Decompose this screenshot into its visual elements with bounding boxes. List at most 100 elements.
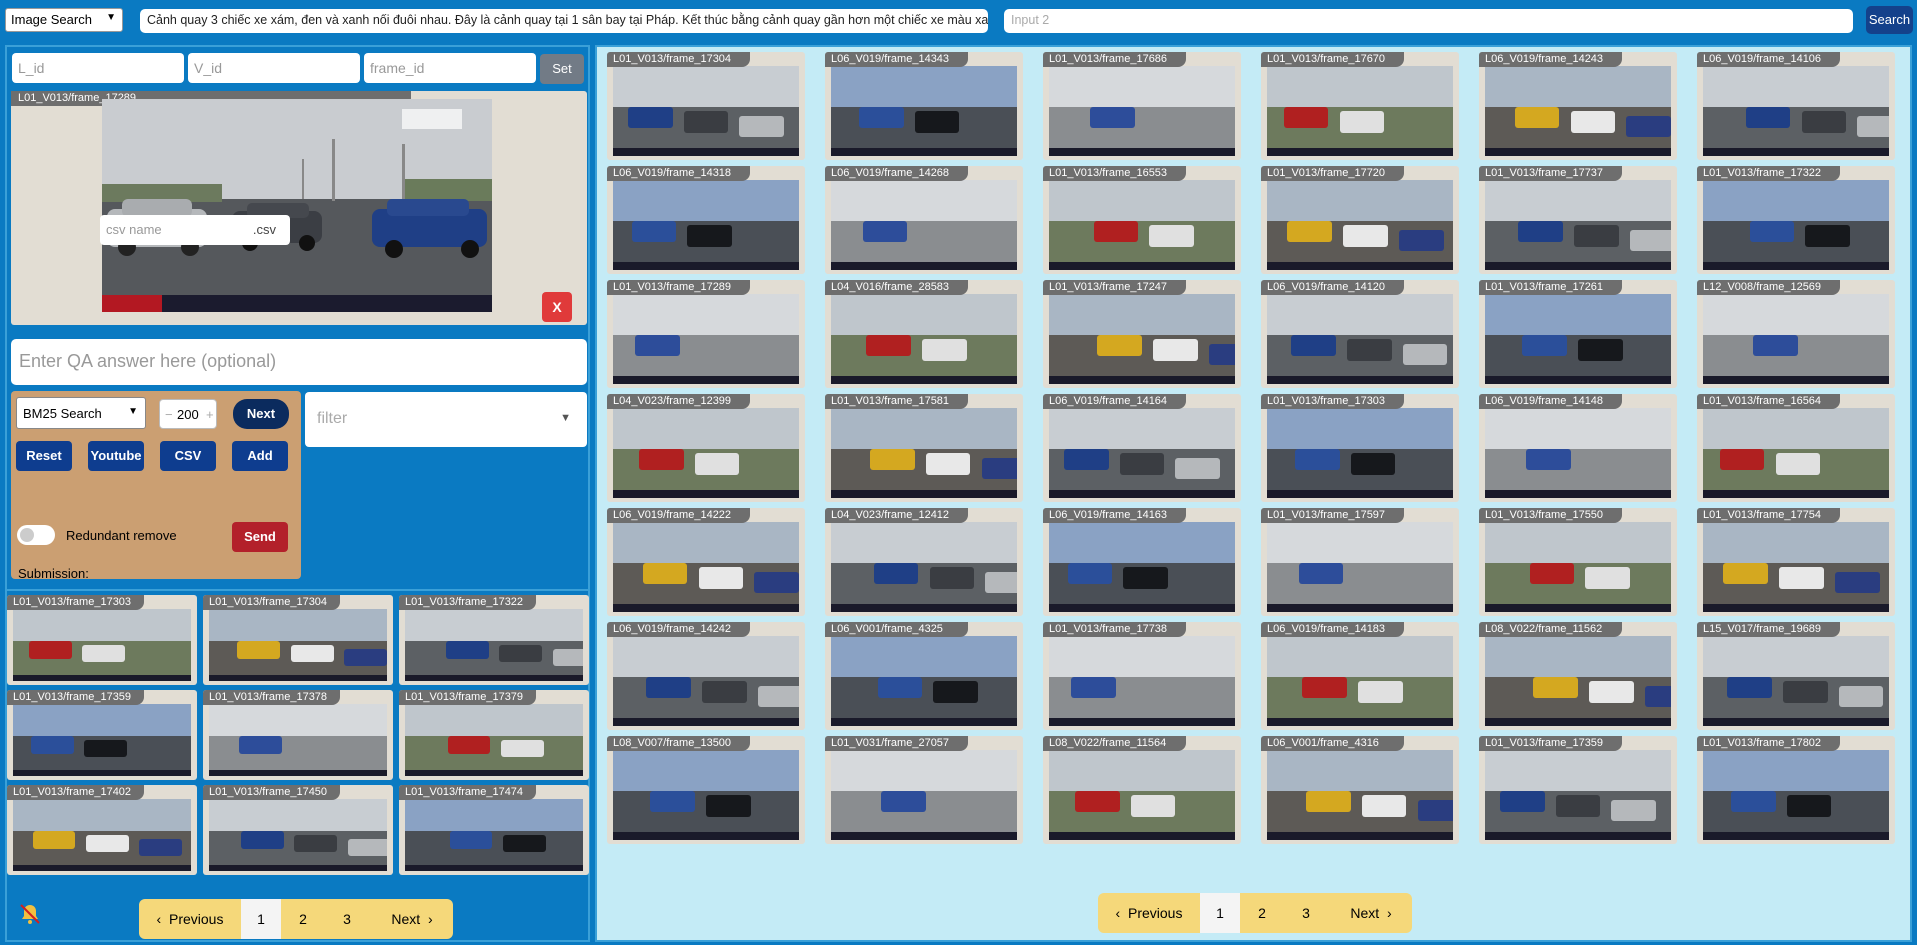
- frame-image: [1703, 522, 1889, 612]
- selected-thumbnail[interactable]: L01_V013/frame_17378: [203, 690, 393, 780]
- frame-image: [1049, 66, 1235, 156]
- page-2-button[interactable]: 2: [281, 899, 325, 939]
- result-thumbnail[interactable]: L01_V013/frame_17550: [1479, 508, 1677, 616]
- result-thumbnail[interactable]: L01_V013/frame_17720: [1261, 166, 1459, 274]
- l-id-input[interactable]: L_id: [12, 53, 184, 83]
- second-query-input[interactable]: Input 2: [1004, 9, 1853, 33]
- result-thumbnail[interactable]: L01_V013/frame_17247: [1043, 280, 1241, 388]
- frame-id-input[interactable]: frame_id: [364, 53, 536, 83]
- result-thumbnail[interactable]: L04_V016/frame_28583: [825, 280, 1023, 388]
- result-thumbnail[interactable]: L06_V019/frame_14163: [1043, 508, 1241, 616]
- result-thumbnail[interactable]: L06_V019/frame_14222: [607, 508, 805, 616]
- result-thumbnail[interactable]: L12_V008/frame_12569: [1697, 280, 1895, 388]
- prev-page-button[interactable]: ‹ Previous: [139, 899, 241, 939]
- result-thumbnail[interactable]: L06_V001/frame_4325: [825, 622, 1023, 730]
- csv-button[interactable]: CSV: [160, 441, 216, 471]
- next-page-button[interactable]: Next ›: [371, 899, 453, 939]
- result-thumbnail[interactable]: L06_V019/frame_14343: [825, 52, 1023, 160]
- result-thumbnail[interactable]: L04_V023/frame_12412: [825, 508, 1023, 616]
- selected-thumbnail[interactable]: L01_V013/frame_17359: [7, 690, 197, 780]
- result-thumbnail[interactable]: L08_V022/frame_11562: [1479, 622, 1677, 730]
- frame-image: [831, 408, 1017, 498]
- result-thumbnail[interactable]: L01_V013/frame_16564: [1697, 394, 1895, 502]
- result-thumbnail[interactable]: L01_V013/frame_17686: [1043, 52, 1241, 160]
- frame-image: [1267, 522, 1453, 612]
- result-thumbnail[interactable]: L08_V022/frame_11564: [1043, 736, 1241, 844]
- frame-label: L01_V013/frame_17754: [1697, 508, 1840, 523]
- qa-answer-input[interactable]: Enter QA answer here (optional): [11, 339, 587, 385]
- close-preview-button[interactable]: X: [542, 292, 572, 322]
- result-thumbnail[interactable]: L06_V019/frame_14183: [1261, 622, 1459, 730]
- result-thumbnail[interactable]: L01_V013/frame_16553: [1043, 166, 1241, 274]
- selected-thumbnail[interactable]: L01_V013/frame_17303: [7, 595, 197, 685]
- frame-image: [1485, 408, 1671, 498]
- result-thumbnail[interactable]: L06_V019/frame_14243: [1479, 52, 1677, 160]
- result-thumbnail[interactable]: L06_V019/frame_14120: [1261, 280, 1459, 388]
- frame-label: L01_V013/frame_16553: [1043, 166, 1186, 181]
- result-thumbnail[interactable]: L01_V031/frame_27057: [825, 736, 1023, 844]
- query-input[interactable]: Cảnh quay 3 chiếc xe xám, đen và xanh nố…: [140, 9, 988, 33]
- frame-label: L01_V013/frame_17304: [607, 52, 750, 67]
- search-method-select[interactable]: BM25 Search ▼: [16, 397, 146, 429]
- selected-thumbnail[interactable]: L01_V013/frame_17474: [399, 785, 589, 875]
- bell-muted-icon[interactable]: [18, 902, 40, 924]
- selected-thumbnail[interactable]: L01_V013/frame_17322: [399, 595, 589, 685]
- page-1-button[interactable]: 1: [1200, 893, 1240, 933]
- redundant-remove-label: Redundant remove: [66, 528, 177, 543]
- result-thumbnail[interactable]: L06_V019/frame_14318: [607, 166, 805, 274]
- next-page-button[interactable]: Next ›: [1330, 893, 1412, 933]
- result-thumbnail[interactable]: L06_V019/frame_14268: [825, 166, 1023, 274]
- result-thumbnail[interactable]: L06_V019/frame_14106: [1697, 52, 1895, 160]
- reset-button[interactable]: Reset: [16, 441, 72, 471]
- youtube-button[interactable]: Youtube: [88, 441, 144, 471]
- page-3-button[interactable]: 3: [325, 899, 369, 939]
- csv-name-input[interactable]: csv name .csv: [100, 215, 290, 245]
- topk-stepper[interactable]: − 200 +: [159, 399, 217, 429]
- result-thumbnail[interactable]: L01_V013/frame_17322: [1697, 166, 1895, 274]
- result-thumbnail[interactable]: L01_V013/frame_17754: [1697, 508, 1895, 616]
- search-button[interactable]: Search: [1866, 6, 1913, 34]
- top-bar: Image Search ▼ Cảnh quay 3 chiếc xe xám,…: [0, 0, 1917, 40]
- send-button[interactable]: Send: [232, 522, 288, 552]
- frame-image: [613, 180, 799, 270]
- frame-label: L01_V013/frame_17474: [399, 785, 536, 800]
- result-thumbnail[interactable]: L01_V013/frame_17597: [1261, 508, 1459, 616]
- result-thumbnail[interactable]: L01_V013/frame_17581: [825, 394, 1023, 502]
- result-thumbnail[interactable]: L01_V013/frame_17737: [1479, 166, 1677, 274]
- result-thumbnail[interactable]: L01_V013/frame_17303: [1261, 394, 1459, 502]
- selected-thumbnail[interactable]: L01_V013/frame_17304: [203, 595, 393, 685]
- selected-thumbnail[interactable]: L01_V013/frame_17450: [203, 785, 393, 875]
- result-thumbnail[interactable]: L01_V013/frame_17802: [1697, 736, 1895, 844]
- next-button[interactable]: Next: [233, 399, 289, 429]
- redundant-remove-toggle[interactable]: [17, 525, 55, 545]
- result-thumbnail[interactable]: L06_V019/frame_14148: [1479, 394, 1677, 502]
- result-thumbnail[interactable]: L08_V007/frame_13500: [607, 736, 805, 844]
- page-2-button[interactable]: 2: [1240, 893, 1284, 933]
- result-thumbnail[interactable]: L01_V013/frame_17289: [607, 280, 805, 388]
- page-1-button[interactable]: 1: [241, 899, 281, 939]
- add-button[interactable]: Add: [232, 441, 288, 471]
- result-thumbnail[interactable]: L01_V013/frame_17359: [1479, 736, 1677, 844]
- result-thumbnail[interactable]: L01_V013/frame_17304: [607, 52, 805, 160]
- result-thumbnail[interactable]: L01_V013/frame_17670: [1261, 52, 1459, 160]
- result-thumbnail[interactable]: L01_V013/frame_17261: [1479, 280, 1677, 388]
- frame-label: L08_V022/frame_11564: [1043, 736, 1186, 751]
- set-button[interactable]: Set: [540, 54, 584, 84]
- result-thumbnail[interactable]: L01_V013/frame_17738: [1043, 622, 1241, 730]
- result-thumbnail[interactable]: L06_V001/frame_4316: [1261, 736, 1459, 844]
- filter-select[interactable]: filter ▼: [305, 392, 587, 447]
- decrement-icon[interactable]: −: [165, 407, 173, 422]
- result-thumbnail[interactable]: L06_V019/frame_14242: [607, 622, 805, 730]
- result-thumbnail[interactable]: L04_V023/frame_12399: [607, 394, 805, 502]
- v-id-input[interactable]: V_id: [188, 53, 360, 83]
- increment-icon[interactable]: +: [206, 407, 214, 422]
- page-3-button[interactable]: 3: [1284, 893, 1328, 933]
- frame-image: [1485, 522, 1671, 612]
- selected-thumbnail[interactable]: L01_V013/frame_17379: [399, 690, 589, 780]
- result-thumbnail[interactable]: L06_V019/frame_14164: [1043, 394, 1241, 502]
- search-mode-select[interactable]: Image Search ▼: [5, 8, 123, 32]
- result-thumbnail[interactable]: L15_V017/frame_19689: [1697, 622, 1895, 730]
- frame-image: [1703, 180, 1889, 270]
- prev-page-button[interactable]: ‹ Previous: [1098, 893, 1200, 933]
- selected-thumbnail[interactable]: L01_V013/frame_17402: [7, 785, 197, 875]
